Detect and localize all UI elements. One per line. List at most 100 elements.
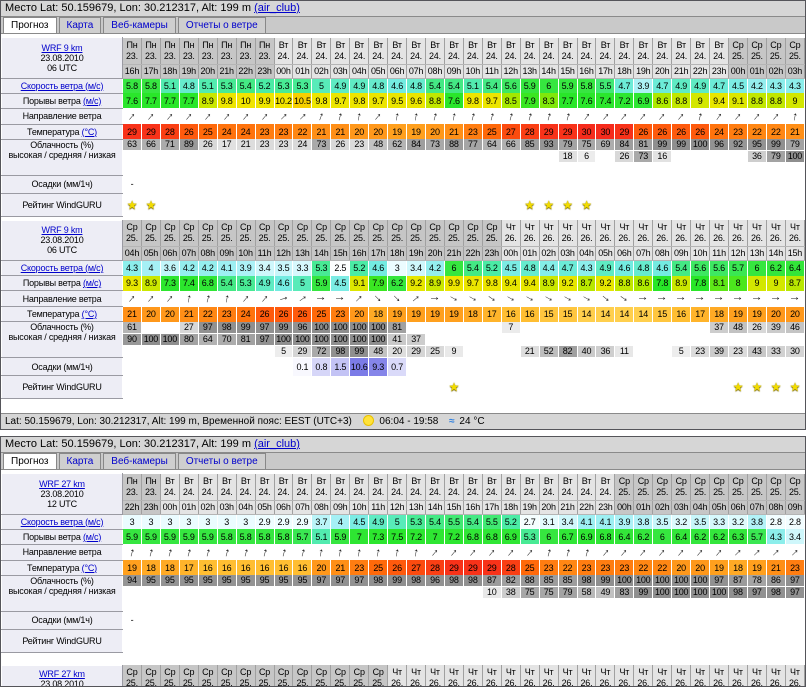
row-label-link[interactable]: (°C)	[82, 127, 97, 137]
cloud-mid	[729, 151, 747, 162]
hour-header-cell: 05h	[596, 247, 615, 261]
row-label-link[interactable]: Скорость ветра (м/с)	[21, 263, 104, 273]
wind-speed-cell: 4.2	[747, 78, 766, 93]
wind-speed-cell: 5.4	[426, 514, 445, 529]
cloud-mid	[199, 587, 217, 598]
wind-direction-cell: ↑	[369, 544, 388, 560]
model-link[interactable]: WRF 27 km	[39, 479, 85, 489]
spot-link[interactable]: (air_club)	[254, 438, 300, 450]
cloud-high: 7	[502, 322, 520, 333]
cloud-low	[161, 346, 179, 357]
temperature-cell: 25	[198, 124, 217, 139]
tab-forecast[interactable]: Прогноз	[3, 17, 57, 33]
wind-direction-cell: ↑	[596, 291, 615, 307]
model-link[interactable]: WRF 9 km	[42, 225, 83, 235]
model-link[interactable]: WRF 9 km	[42, 43, 83, 53]
hour-header-cell: 16h	[463, 500, 482, 514]
tab-webcams[interactable]: Веб-камеры	[103, 17, 176, 33]
temperature-cell: 25	[369, 560, 388, 575]
cloud-mid: 80	[180, 334, 198, 345]
wind-speed-cell: 4.9	[691, 78, 710, 93]
wind-speed-cell: 5.4	[236, 78, 255, 93]
day-header-cell: Ср25.	[444, 220, 463, 247]
hour-header-cell: 02h	[312, 64, 331, 78]
precip-cell	[653, 358, 672, 376]
hour-header-cell: 23h	[710, 64, 729, 78]
day-header-cell: Ср25.	[691, 474, 710, 501]
tab-wind-reports[interactable]: Отчеты о ветре	[178, 453, 266, 469]
cloud-mid	[199, 151, 217, 162]
wind-arrow-icon: ↑	[750, 545, 763, 558]
cloud-low	[653, 346, 671, 357]
cloud-mid: 100	[293, 334, 311, 345]
tab-wind-reports[interactable]: Отчеты о ветре	[178, 17, 266, 33]
hour-header-cell: 22h	[236, 64, 255, 78]
day-header-cell: Ср25.	[217, 220, 236, 247]
model-link[interactable]: WRF 27 km	[39, 669, 85, 679]
precip-cell	[217, 175, 236, 193]
cloud-low	[559, 599, 577, 610]
windguru-star-icon: ★	[752, 380, 763, 394]
temperature-cell: 29	[558, 124, 577, 139]
row-label-link[interactable]: (м/с)	[83, 278, 101, 288]
wind-gust-cell: 10.5	[293, 93, 312, 108]
precip-cell	[729, 611, 748, 629]
cloud-mid: 100	[653, 587, 671, 598]
row-label-link[interactable]: Скорость ветра (м/с)	[21, 517, 104, 527]
day-header-cell: Чт26.	[691, 220, 710, 247]
rating-cell	[293, 629, 312, 652]
tab-forecast[interactable]: Прогноз	[3, 453, 57, 469]
row-label-link[interactable]: (°C)	[82, 563, 97, 573]
cloud-high: 99	[767, 139, 785, 150]
cloud-mid: 100	[672, 587, 690, 598]
cloud-mid	[634, 334, 652, 345]
cloud-cover-cell: 814120	[388, 322, 407, 358]
wind-arrow-icon: ↑	[544, 545, 553, 559]
wind-speed-cell: 5.1	[160, 78, 179, 93]
wind-speed-cell: 4.6	[615, 261, 634, 276]
row-label-link[interactable]: (м/с)	[83, 532, 101, 542]
rating-cell	[520, 376, 539, 399]
day-header-cell: Пн23.	[198, 38, 217, 65]
wind-speed-cell: 3.4	[407, 261, 426, 276]
tab-map[interactable]: Карта	[59, 17, 102, 33]
temperature-cell: 28	[501, 560, 520, 575]
cloud-high: 64	[483, 139, 501, 150]
wind-gust-cell: 6.9	[501, 529, 520, 544]
cloud-high: 97	[786, 575, 804, 586]
cloud-cover-cell: 23	[255, 139, 274, 175]
spot-link[interactable]: (air_club)	[254, 2, 300, 14]
precip-cell	[729, 358, 748, 376]
precip-cell	[577, 175, 596, 193]
precip-cell	[350, 175, 369, 193]
wind-gust-cell: 9.3	[123, 276, 142, 291]
rating-cell	[312, 376, 331, 399]
cloud-low	[748, 599, 766, 610]
cloud-low	[237, 346, 255, 357]
wind-gust-cell: 6.4	[615, 529, 634, 544]
hour-header-cell: 15h	[558, 64, 577, 78]
row-label-link[interactable]: (°C)	[82, 309, 97, 319]
wind-arrow-icon: ↑	[637, 296, 650, 302]
row-label-link[interactable]: Скорость ветра (м/с)	[21, 81, 104, 91]
tab-map[interactable]: Карта	[59, 453, 102, 469]
wind-gust-cell: 6.8	[596, 529, 615, 544]
wind-direction-cell: ↑	[596, 108, 615, 124]
precip-cell	[369, 611, 388, 629]
day-header-cell: Вт24.	[634, 38, 653, 65]
tab-webcams[interactable]: Веб-камеры	[103, 453, 176, 469]
cloud-mid	[407, 151, 425, 162]
rating-cell: ★	[577, 193, 596, 216]
wind-arrow-icon: ↑	[523, 293, 537, 305]
hour-header-cell: 04h	[577, 247, 596, 261]
hour-header-cell: 05h	[369, 64, 388, 78]
temperature-cell: 23	[217, 307, 236, 322]
wind-arrow-icon: ↑	[466, 293, 480, 305]
wind-gust-cell: 7.6	[444, 93, 463, 108]
row-label-link[interactable]: (м/с)	[83, 96, 101, 106]
wind-arrow-icon: ↑	[504, 293, 518, 305]
day-header-cell: Вт24.	[255, 474, 274, 501]
precip-cell	[710, 175, 729, 193]
precip-cell	[293, 611, 312, 629]
wind-arrow-icon: ↑	[336, 545, 344, 559]
